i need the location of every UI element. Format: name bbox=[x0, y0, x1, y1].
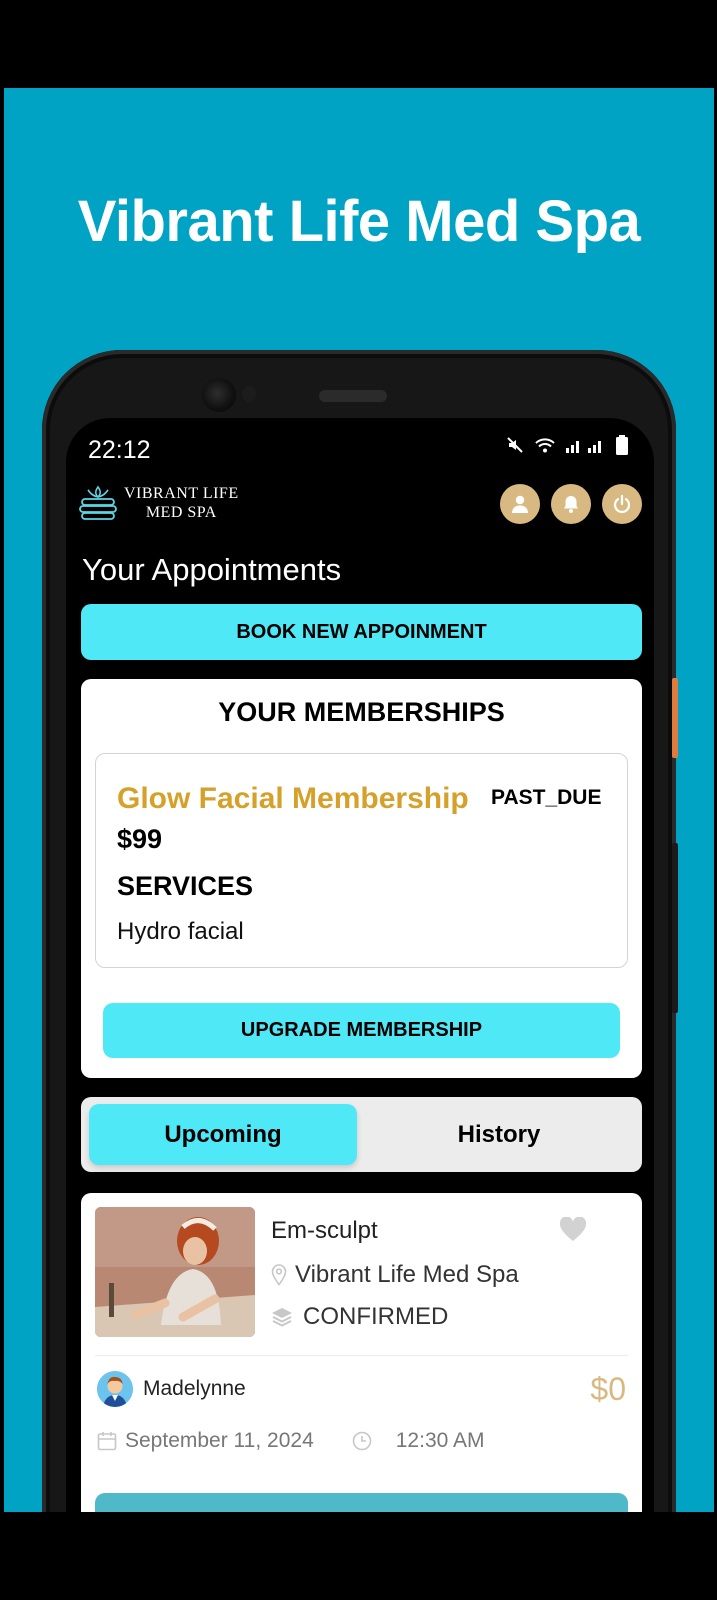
status-text: CONFIRMED bbox=[303, 1303, 449, 1330]
avatar bbox=[97, 1371, 133, 1407]
location-pin-icon bbox=[271, 1264, 287, 1286]
appointment-date: September 11, 2024 bbox=[125, 1429, 314, 1452]
appointment-service: Em-sculpt bbox=[271, 1217, 378, 1244]
status-icons bbox=[506, 435, 628, 455]
promo-headline: Vibrant Life Med Spa bbox=[77, 189, 641, 254]
camera-icon bbox=[202, 378, 236, 412]
brand-line-1: VIBRANT LIFE bbox=[124, 485, 239, 502]
membership-status: PAST_DUE bbox=[491, 786, 602, 809]
appointment-time: 12:30 AM bbox=[395, 1429, 485, 1452]
profile-button[interactable] bbox=[500, 484, 540, 524]
notifications-button[interactable] bbox=[551, 484, 591, 524]
wifi-icon bbox=[535, 438, 555, 453]
user-icon bbox=[512, 495, 528, 513]
earpiece-speaker bbox=[319, 390, 387, 402]
mute-icon bbox=[507, 437, 523, 453]
service-item: Hydro facial bbox=[117, 918, 244, 945]
layers-icon bbox=[272, 1308, 292, 1327]
header-actions bbox=[500, 484, 642, 524]
appointments-tabs: Upcoming History bbox=[81, 1097, 642, 1172]
logout-button[interactable] bbox=[602, 484, 642, 524]
power-icon bbox=[613, 494, 631, 513]
provider-name: Madelynne bbox=[143, 1377, 246, 1400]
book-appointment-button[interactable]: BOOK NEW APPOINMENT bbox=[81, 604, 642, 660]
status-time: 22:12 bbox=[88, 436, 151, 464]
appointment-card[interactable]: Em-sculpt Vibrant Life Med Spa CONFIRMED bbox=[81, 1193, 642, 1512]
sensor-icon bbox=[242, 386, 256, 402]
page-title: Your Appointments bbox=[82, 552, 342, 587]
location-text: Vibrant Life Med Spa bbox=[295, 1261, 519, 1288]
membership-name: Glow Facial Membership bbox=[117, 782, 469, 815]
upgrade-membership-button[interactable]: UPGRADE MEMBERSHIP bbox=[103, 1003, 620, 1058]
brand-logo: VIBRANT LIFE MED SPA bbox=[78, 484, 239, 522]
brand-wordmark: VIBRANT LIFE MED SPA bbox=[124, 484, 239, 522]
membership-price: $99 bbox=[117, 824, 163, 854]
service-photo bbox=[95, 1207, 255, 1337]
promo-background: Vibrant Life Med Spa 22:12 VIBRANT LIFE … bbox=[4, 88, 714, 1512]
memberships-heading: YOUR MEMBERSHIPS bbox=[218, 697, 505, 727]
brand-line-2: MED SPA bbox=[145, 504, 217, 521]
provider: Madelynne bbox=[97, 1371, 246, 1407]
tab-upcoming[interactable]: Upcoming bbox=[89, 1104, 357, 1165]
appointment-price: $0 bbox=[590, 1371, 626, 1407]
lotus-stones-icon bbox=[79, 485, 117, 520]
appointment-location: Vibrant Life Med Spa bbox=[271, 1261, 519, 1289]
battery-icon bbox=[616, 435, 628, 455]
membership-item: Glow Facial Membership PAST_DUE $99 SERV… bbox=[95, 753, 628, 968]
tab-history[interactable]: History bbox=[365, 1104, 633, 1165]
bell-icon bbox=[564, 496, 578, 513]
volume-side-button bbox=[672, 843, 678, 1013]
power-side-button bbox=[672, 678, 678, 758]
calendar-icon bbox=[97, 1432, 117, 1451]
app-screen: 22:12 VIBRANT LIFE MED SPA Your Appointm… bbox=[66, 418, 654, 1512]
card-action-button[interactable] bbox=[95, 1493, 628, 1512]
services-heading: SERVICES bbox=[117, 871, 254, 901]
appointment-status: CONFIRMED bbox=[271, 1303, 448, 1331]
memberships-card: YOUR MEMBERSHIPS Glow Facial Membership … bbox=[81, 679, 642, 1078]
signal-icon bbox=[566, 441, 601, 453]
appointment-datetime: September 11, 2024 12:30 AM bbox=[97, 1429, 484, 1453]
heart-icon[interactable] bbox=[559, 1217, 587, 1243]
card-divider bbox=[95, 1355, 628, 1356]
clock-icon bbox=[352, 1431, 372, 1451]
